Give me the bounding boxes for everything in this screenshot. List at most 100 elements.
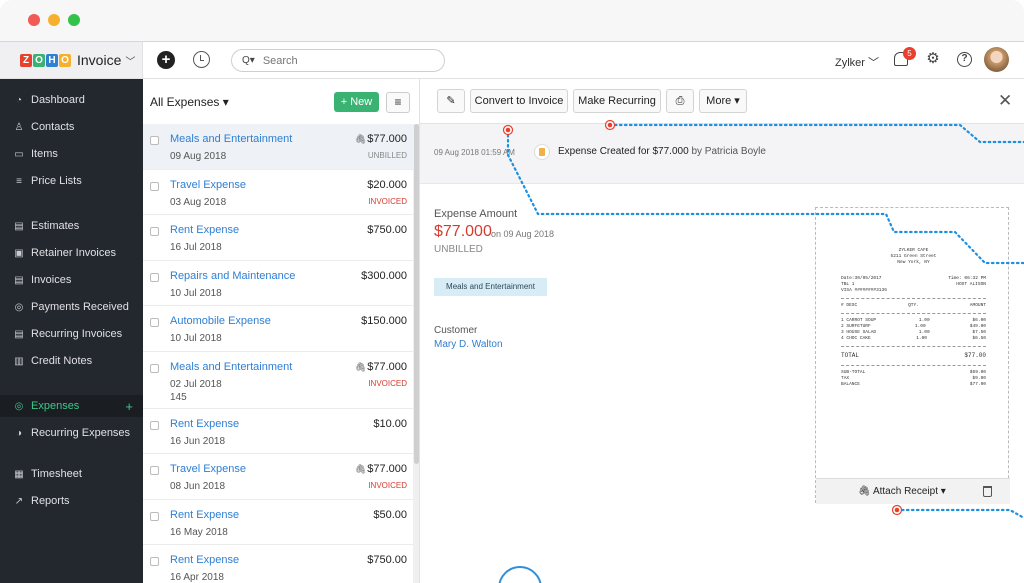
sidebar-item-label: Retainer Invoices [31, 247, 116, 259]
row-checkbox[interactable] [150, 227, 159, 236]
help-icon[interactable]: ? [957, 52, 972, 67]
receipt-item-line: 4 CHOC CAKE 1.00 $6.50 [841, 336, 986, 342]
maximize-window-button[interactable] [68, 14, 80, 26]
receipt-item-line-cell: 4 CHOC CAKE [841, 336, 871, 341]
expense-category-link[interactable]: Rent Expense [170, 418, 239, 430]
expense-amount-value: $50.00 [373, 508, 407, 521]
printer-icon: ⎙ [675, 95, 685, 107]
expense-category-link[interactable]: Meals and Entertainment [170, 133, 292, 145]
hamburger-menu-icon[interactable]: ≡ [386, 92, 410, 113]
table-row[interactable]: Rent Expense 16 May 2018 $50.00 [143, 500, 413, 545]
list-scrollbar[interactable] [413, 124, 419, 583]
search-input[interactable] [262, 54, 413, 67]
expense-category-link[interactable]: Rent Expense [170, 224, 239, 236]
table-row[interactable]: Rent Expense 16 Jul 2018 $750.00 [143, 215, 413, 261]
expense-amount: $10.00 [373, 418, 407, 430]
sidebar-item-price-lists[interactable]: ≡ Price Lists [0, 170, 143, 192]
table-row[interactable]: Automobile Expense 10 Jul 2018 $150.000 [143, 306, 413, 352]
row-checkbox[interactable] [150, 136, 159, 145]
items-icon: ▭ [14, 148, 24, 160]
add-expense-icon[interactable]: + [125, 399, 133, 414]
expense-amount: $750.00 [367, 554, 407, 566]
receipt-image: ZYLKER CAFE 5211 Green Street New York, … [841, 248, 986, 388]
close-icon[interactable]: ✕ [998, 91, 1012, 111]
table-row[interactable]: Meals and Entertainment 02 Jul 2018 145 🖇$7… [143, 352, 413, 409]
table-row[interactable]: Rent Expense 16 Jun 2018 $10.00 [143, 409, 413, 454]
sidebar-item-timesheet[interactable]: ▦ Timesheet [0, 463, 143, 485]
expense-amount-value: $20.000 [367, 178, 407, 191]
sidebar-item-recurring-expenses[interactable]: ◑ Recurring Expenses [0, 422, 143, 444]
recurring-invoices-icon: ▤ [14, 328, 24, 340]
row-checkbox[interactable] [150, 181, 159, 191]
close-window-button[interactable] [28, 14, 40, 26]
edit-button[interactable]: ✎ [437, 89, 465, 113]
quick-create-icon[interactable]: + [157, 51, 175, 69]
sidebar-item-dashboard[interactable]: ◔ Dashboard [0, 89, 143, 111]
window-titlebar [0, 0, 1024, 42]
sidebar-item-contacts[interactable]: ♙ Contacts [0, 116, 143, 138]
sidebar-item-retainer-invoices[interactable]: ▣ Retainer Invoices [0, 242, 143, 264]
more-dropdown[interactable]: More ▾ [699, 89, 747, 113]
expense-category-link[interactable]: Repairs and Maintenance [170, 270, 295, 282]
search-bar[interactable]: Q▾ [231, 49, 445, 72]
make-recurring-button[interactable]: Make Recurring [573, 89, 661, 113]
new-expense-button[interactable]: + New [334, 92, 379, 112]
expense-category-link[interactable]: Meals and Entertainment [170, 361, 292, 373]
expense-category-link[interactable]: Rent Expense [170, 554, 239, 566]
receipt-meta-line: VISA ########3136 [841, 288, 986, 294]
organization-switcher[interactable]: Zylker ﹀ [835, 54, 879, 70]
view-selector[interactable]: All Expenses ▾ [150, 95, 229, 109]
row-checkbox[interactable] [150, 557, 159, 566]
receipt-total-label: TOTAL [841, 352, 860, 359]
attach-receipt-button[interactable]: 🖇 Attach Receipt ▾ [858, 486, 946, 497]
table-row[interactable]: Repairs and Maintenance 10 Jul 2018 $300.0… [143, 261, 413, 306]
customer-link[interactable]: Mary D. Walton [434, 339, 503, 350]
minimize-window-button[interactable] [48, 14, 60, 26]
comment-history: 09 Aug 2018 01:59 AM Expense Created for… [420, 124, 1024, 184]
sidebar-item-recurring-invoices[interactable]: ▤ Recurring Invoices [0, 323, 143, 345]
sidebar-item-label: Reports [31, 495, 70, 507]
sidebar-item-credit-notes[interactable]: ▥ Credit Notes [0, 350, 143, 372]
convert-to-invoice-button[interactable]: Convert to Invoice [470, 89, 568, 113]
expense-date: 16 Apr 2018 [170, 572, 224, 583]
expense-category-link[interactable]: Rent Expense [170, 509, 239, 521]
row-checkbox[interactable] [150, 363, 159, 373]
caret-down-icon: ▾ [940, 486, 946, 497]
row-checkbox[interactable] [150, 318, 159, 327]
sidebar-item-reports[interactable]: ↗ Reports [0, 490, 143, 512]
contacts-icon: ♙ [14, 121, 24, 133]
sidebar: ◔ Dashboard ♙ Contacts ▭ Items ≡ Price Lists… [0, 79, 143, 583]
receipt-columns: # DESC QTY. AMOUNT [841, 303, 986, 309]
search-icon[interactable]: Q▾ [242, 55, 255, 66]
chevron-down-icon: ﹀ [868, 57, 880, 69]
expense-category-link[interactable]: Travel Expense [170, 463, 246, 475]
row-checkbox[interactable] [150, 466, 159, 475]
sidebar-item-payments-received[interactable]: ◎ Payments Received [0, 296, 143, 318]
receipt-divider [841, 313, 986, 314]
sidebar-item-items[interactable]: ▭ Items [0, 143, 143, 165]
table-row[interactable]: Meals and Entertainment 09 Aug 2018 🖇$77.0… [143, 124, 413, 170]
expense-amount: $750.00 [367, 224, 407, 236]
expense-amount-value: $300.000 [361, 269, 407, 282]
sidebar-item-estimates[interactable]: ▤ Estimates [0, 215, 143, 237]
sidebar-item-expenses[interactable]: ◎ Expenses + [0, 395, 143, 417]
row-checkbox[interactable] [150, 272, 159, 282]
table-row[interactable]: Travel Expense 03 Aug 2018 $20.000 INVOICED [143, 170, 413, 215]
receipt-shop-city: New York, NY [897, 260, 930, 265]
trash-icon[interactable] [983, 486, 992, 497]
recent-history-icon[interactable] [193, 51, 210, 68]
table-row[interactable]: Rent Expense 16 Apr 2018 $750.00 [143, 545, 413, 583]
expense-category-link[interactable]: Travel Expense [170, 179, 246, 191]
expense-category-link[interactable]: Automobile Expense [170, 315, 271, 327]
sidebar-item-invoices[interactable]: ▤ Invoices [0, 269, 143, 291]
row-checkbox[interactable] [150, 420, 159, 430]
receipt-preview[interactable]: ZYLKER CAFE 5211 Green Street New York, … [815, 207, 1010, 504]
table-row[interactable]: Travel Expense 08 Jun 2018 🖇$77.000 INVOICE… [143, 454, 413, 500]
app-switcher[interactable]: Z O H O Invoice ﹀ [0, 42, 143, 78]
expense-amount: $150.000 [361, 315, 407, 327]
user-avatar[interactable] [984, 47, 1009, 72]
history-author: by Patricia Boyle [691, 146, 766, 157]
row-checkbox[interactable] [150, 511, 159, 521]
gear-icon[interactable]: ⚙ [925, 51, 941, 67]
print-button[interactable]: ⎙ [666, 89, 694, 113]
